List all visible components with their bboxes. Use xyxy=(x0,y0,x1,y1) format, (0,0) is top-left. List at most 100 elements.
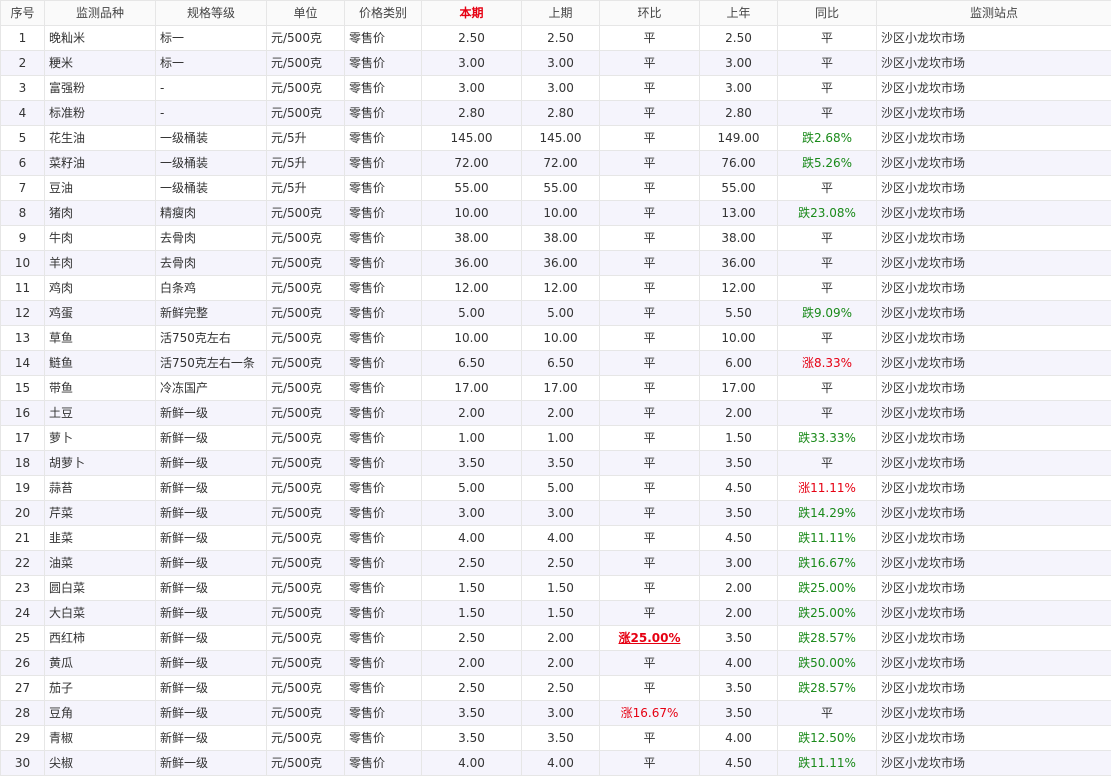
cell-grade: 新鲜一级 xyxy=(155,625,267,651)
cell-no-value: 5 xyxy=(18,131,27,145)
cell-mom-value: 平 xyxy=(643,431,656,445)
col-header-mom: 环比 xyxy=(599,0,700,26)
cell-station: 沙区小龙坎市场 xyxy=(876,700,1111,726)
cell-no-value: 12 xyxy=(14,306,31,320)
cell-price-type: 零售价 xyxy=(344,650,422,676)
cell-no: 4 xyxy=(0,100,45,126)
cell-no: 22 xyxy=(0,550,45,576)
cell-no-value: 26 xyxy=(14,656,31,670)
table-row: 2 粳米 标一 元/500克 零售价 3.00 3.00 平 3.00 平 沙区小龙坎市场 xyxy=(0,50,1111,76)
cell-current: 3.00 xyxy=(421,500,522,526)
cell-previous-value: 145.00 xyxy=(539,131,582,145)
cell-grade-value: 新鲜一级 xyxy=(160,456,209,470)
cell-mom: 平 xyxy=(599,25,700,51)
cell-station: 沙区小龙坎市场 xyxy=(876,50,1111,76)
cell-no-value: 19 xyxy=(14,481,31,495)
cell-station: 沙区小龙坎市场 xyxy=(876,125,1111,151)
table-row: 21 韭菜 新鲜一级 元/500克 零售价 4.00 4.00 平 4.50 跌11.11% 沙区小… xyxy=(0,525,1111,551)
cell-last-year: 17.00 xyxy=(699,375,778,401)
cell-unit: 元/500克 xyxy=(266,300,345,326)
cell-previous: 3.50 xyxy=(521,450,600,476)
cell-yoy: 跌50.00% xyxy=(777,650,877,676)
cell-station: 沙区小龙坎市场 xyxy=(876,575,1111,601)
cell-unit: 元/500克 xyxy=(266,600,345,626)
col-header-yoy: 同比 xyxy=(777,0,877,26)
cell-grade: 活750克左右一条 xyxy=(155,350,267,376)
cell-item-value: 标准粉 xyxy=(49,106,86,120)
cell-item: 鸡蛋 xyxy=(44,300,156,326)
cell-item-value: 芹菜 xyxy=(49,506,74,520)
cell-item-value: 土豆 xyxy=(49,406,74,420)
cell-item-value: 黄瓜 xyxy=(49,656,74,670)
cell-current: 2.50 xyxy=(421,675,522,701)
cell-mom-value: 平 xyxy=(643,606,656,620)
cell-mom: 平 xyxy=(599,125,700,151)
cell-previous-value: 4.00 xyxy=(547,756,574,770)
cell-station-value: 沙区小龙坎市场 xyxy=(881,556,966,570)
cell-grade-value: 新鲜一级 xyxy=(160,481,209,495)
cell-item: 西红柿 xyxy=(44,625,156,651)
cell-price-type: 零售价 xyxy=(344,425,422,451)
cell-current-value: 38.00 xyxy=(454,231,489,245)
cell-previous: 1.50 xyxy=(521,575,600,601)
cell-grade-value: 新鲜一级 xyxy=(160,556,209,570)
cell-current-value: 36.00 xyxy=(454,256,489,270)
cell-yoy-value: 平 xyxy=(820,706,833,720)
cell-unit-value: 元/500克 xyxy=(271,56,322,70)
cell-no-value: 28 xyxy=(14,706,31,720)
cell-no: 23 xyxy=(0,575,45,601)
cell-no: 2 xyxy=(0,50,45,76)
cell-current-value: 2.00 xyxy=(458,656,485,670)
cell-yoy: 平 xyxy=(777,400,877,426)
cell-unit-value: 元/500克 xyxy=(271,306,322,320)
cell-grade-value: 新鲜一级 xyxy=(160,431,209,445)
cell-station: 沙区小龙坎市场 xyxy=(876,725,1111,751)
cell-mom: 平 xyxy=(599,250,700,276)
cell-yoy-value: 跌14.29% xyxy=(798,506,856,520)
cell-last-year: 2.50 xyxy=(699,25,778,51)
cell-price-type: 零售价 xyxy=(344,200,422,226)
cell-current-value: 3.00 xyxy=(458,81,485,95)
cell-unit-value: 元/500克 xyxy=(271,456,322,470)
cell-yoy: 平 xyxy=(777,50,877,76)
cell-unit: 元/500克 xyxy=(266,450,345,476)
cell-grade: 新鲜一级 xyxy=(155,500,267,526)
cell-mom: 平 xyxy=(599,150,700,176)
table-row: 1 晚籼米 标一 元/500克 零售价 2.50 2.50 平 2.50 平 沙区小龙坎市场 xyxy=(0,25,1111,51)
cell-item: 黄瓜 xyxy=(44,650,156,676)
cell-price-type-value: 零售价 xyxy=(349,31,386,45)
cell-last-year: 149.00 xyxy=(699,125,778,151)
table-row: 17 萝卜 新鲜一级 元/500克 零售价 1.00 1.00 平 1.50 跌33.33% 沙区小… xyxy=(0,425,1111,451)
cell-item-value: 羊肉 xyxy=(49,256,74,270)
cell-last-year-value: 3.50 xyxy=(725,506,752,520)
cell-yoy-value: 跌16.67% xyxy=(798,556,856,570)
cell-unit-value: 元/500克 xyxy=(271,556,322,570)
cell-last-year-value: 3.50 xyxy=(725,706,752,720)
cell-no-value: 11 xyxy=(14,281,31,295)
cell-yoy: 平 xyxy=(777,450,877,476)
cell-station: 沙区小龙坎市场 xyxy=(876,75,1111,101)
cell-current-value: 1.50 xyxy=(458,581,485,595)
cell-price-type: 零售价 xyxy=(344,475,422,501)
cell-no: 18 xyxy=(0,450,45,476)
cell-station-value: 沙区小龙坎市场 xyxy=(881,331,966,345)
table-row: 11 鸡肉 白条鸡 元/500克 零售价 12.00 12.00 平 12.00 平 沙区小龙坎市场 xyxy=(0,275,1111,301)
cell-last-year-value: 3.00 xyxy=(725,556,752,570)
cell-mom-value: 平 xyxy=(643,106,656,120)
cell-unit-value: 元/500克 xyxy=(271,706,322,720)
table-row: 14 鲢鱼 活750克左右一条 元/500克 零售价 6.50 6.50 平 6.00 涨8.33… xyxy=(0,350,1111,376)
cell-price-type-value: 零售价 xyxy=(349,731,386,745)
cell-unit: 元/500克 xyxy=(266,400,345,426)
cell-item-value: 豆油 xyxy=(49,181,74,195)
cell-yoy-value: 平 xyxy=(820,406,833,420)
cell-unit: 元/500克 xyxy=(266,475,345,501)
cell-last-year-value: 3.50 xyxy=(725,631,752,645)
cell-yoy: 跌12.50% xyxy=(777,725,877,751)
cell-station-value: 沙区小龙坎市场 xyxy=(881,231,966,245)
cell-unit-value: 元/500克 xyxy=(271,656,322,670)
cell-previous-value: 3.00 xyxy=(547,706,574,720)
cell-last-year: 3.50 xyxy=(699,700,778,726)
col-header-price-type: 价格类别 xyxy=(344,0,422,26)
cell-last-year: 3.00 xyxy=(699,550,778,576)
cell-grade-value: 一级桶装 xyxy=(160,131,209,145)
